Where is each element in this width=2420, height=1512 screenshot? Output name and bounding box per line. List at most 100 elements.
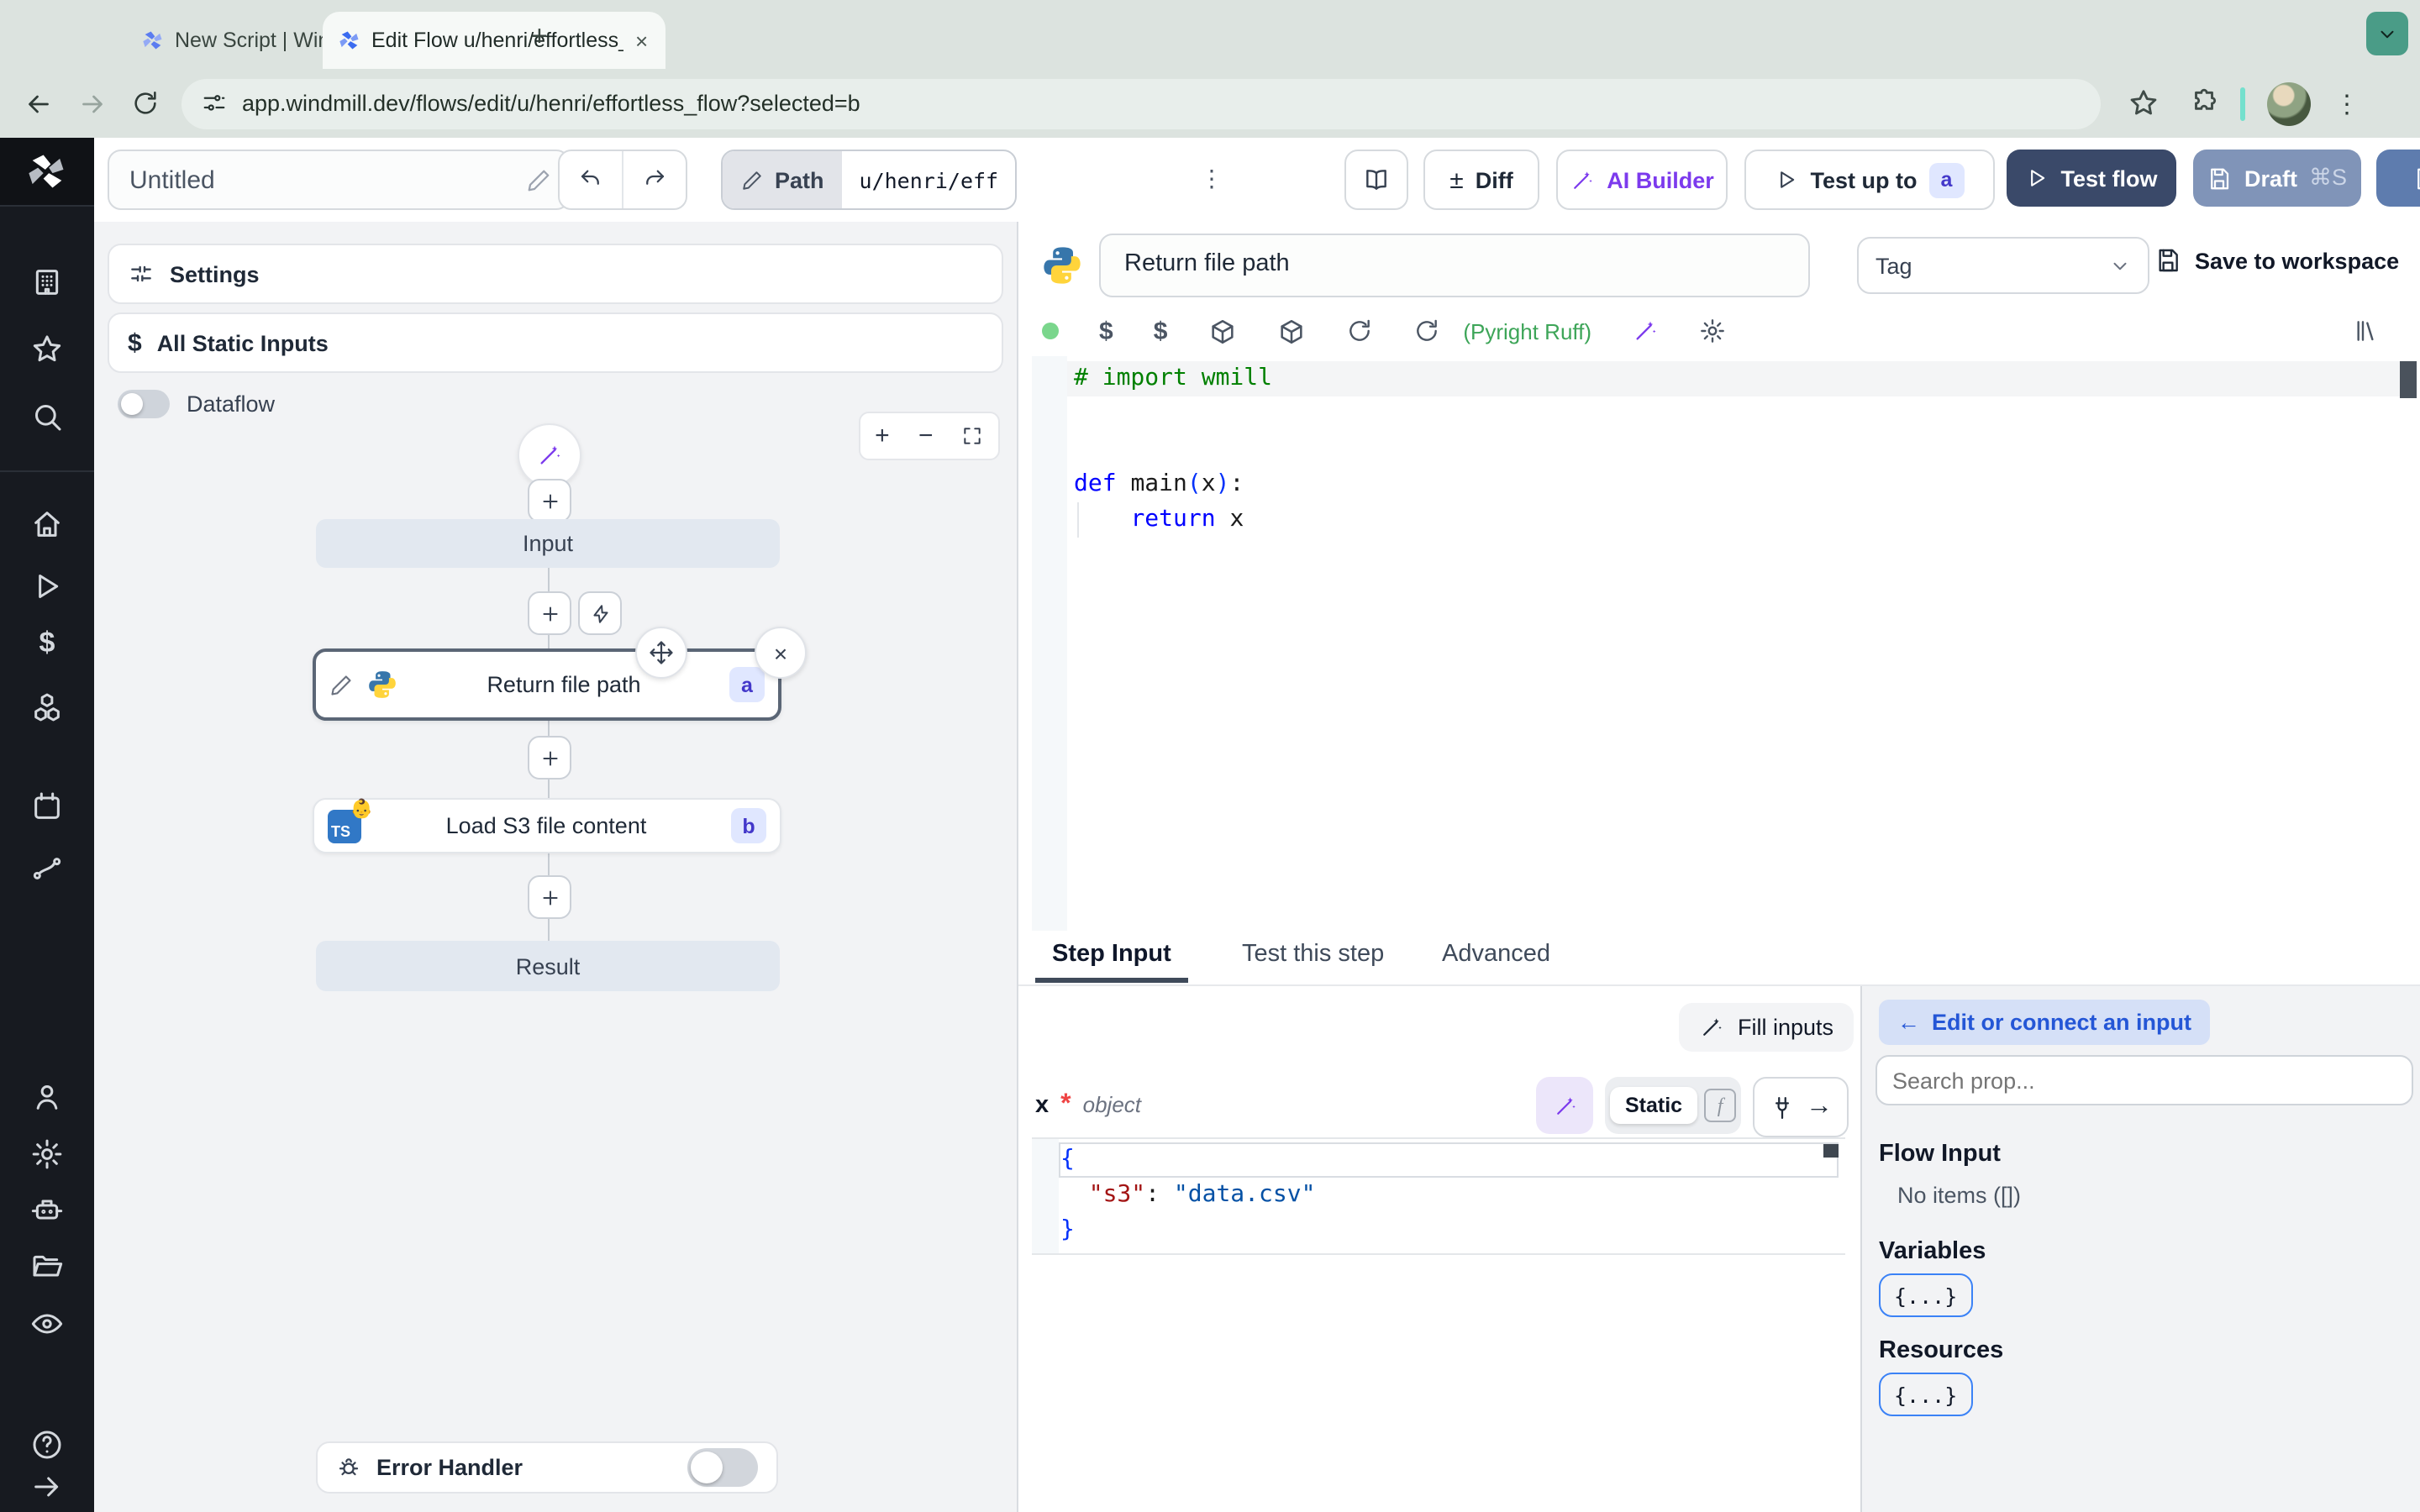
scrollbar-thumb[interactable]: [2400, 361, 2417, 398]
browser-avatar[interactable]: [2267, 81, 2311, 125]
docs-button[interactable]: [1344, 150, 1408, 210]
sidebar-item-audit[interactable]: [30, 1307, 64, 1341]
json-scrollbar-thumb[interactable]: [1823, 1144, 1839, 1158]
sidebar-item-resources[interactable]: [30, 690, 64, 724]
deploy-button[interactable]: Deploy: [2376, 150, 2420, 207]
zoom-in-button[interactable]: +: [875, 422, 890, 450]
reload-icon[interactable]: [1345, 318, 1372, 344]
tab-step-input[interactable]: Step Input: [1035, 941, 1188, 983]
sidebar-item-runs[interactable]: [30, 570, 64, 603]
save-icon: [2212, 167, 2230, 189]
step-node-a[interactable]: Return file path a: [313, 648, 781, 721]
package-icon[interactable]: [1207, 317, 1236, 345]
browser-menu-icon[interactable]: ⋮: [2334, 88, 2360, 118]
draft-button[interactable]: Draft ⌘S: [2193, 150, 2361, 207]
package-lock-icon[interactable]: [1276, 317, 1305, 345]
forward-icon[interactable]: [77, 88, 108, 118]
draft-shortcut: ⌘S: [2309, 165, 2348, 190]
sidebar-item-account[interactable]: [30, 1080, 64, 1114]
dataflow-toggle[interactable]: [118, 390, 170, 418]
redo-button[interactable]: [623, 151, 686, 208]
all-static-inputs-card[interactable]: $ All Static Inputs: [108, 312, 1003, 373]
javascript-expr-button[interactable]: f: [1704, 1089, 1736, 1122]
ai-fill-button[interactable]: [1536, 1077, 1593, 1134]
step-title-input[interactable]: [1121, 249, 1766, 279]
editor-settings-gear-icon[interactable]: [1699, 318, 1726, 344]
path-value[interactable]: u/henri/eff: [843, 151, 1016, 208]
test-flow-button[interactable]: Test flow: [2007, 150, 2176, 207]
connect-input-button[interactable]: →: [1753, 1077, 1849, 1137]
site-settings-icon[interactable]: [202, 91, 227, 116]
add-step-button[interactable]: [528, 591, 571, 635]
sidebar-collapse-button[interactable]: [30, 1470, 64, 1504]
reset-icon[interactable]: [1413, 318, 1439, 344]
step-label: Load S3 file content: [445, 813, 647, 838]
flow-name-input[interactable]: [126, 164, 469, 196]
edit-or-connect-button[interactable]: ← Edit or connect an input: [1879, 1000, 2210, 1045]
resources-braces-button[interactable]: {...}: [1879, 1373, 1973, 1416]
error-handler-toggle[interactable]: [687, 1448, 758, 1487]
variables-braces-button[interactable]: {...}: [1879, 1273, 1973, 1317]
ai-builder-button[interactable]: AI Builder: [1556, 150, 1728, 210]
input-node[interactable]: Input: [316, 519, 780, 568]
result-node[interactable]: Result: [316, 941, 780, 991]
tab-test-this-step[interactable]: Test this step: [1242, 941, 1384, 968]
back-icon[interactable]: [24, 88, 54, 118]
sidebar-item-help[interactable]: [30, 1428, 64, 1462]
edit-step-name-icon[interactable]: [329, 673, 353, 696]
sidebar-item-folders[interactable]: [30, 1250, 64, 1284]
sidebar-item-workers[interactable]: [30, 1193, 64, 1226]
ai-flow-wand-button[interactable]: [518, 423, 581, 487]
sidebar-item-search[interactable]: [30, 400, 64, 433]
delete-step-button[interactable]: ×: [755, 627, 807, 679]
settings-card[interactable]: Settings: [108, 244, 1003, 304]
sidebar-item-favorites[interactable]: [30, 333, 64, 366]
undo-button[interactable]: [560, 151, 623, 208]
sidebar-item-flows[interactable]: [30, 852, 64, 885]
resources-dollar-icon[interactable]: $: [1154, 317, 1168, 345]
error-handler-card[interactable]: Error Handler: [316, 1441, 778, 1494]
sidebar-item-schedules[interactable]: [30, 790, 64, 823]
path-control[interactable]: Path u/henri/eff: [721, 150, 1018, 210]
tab-advanced[interactable]: Advanced: [1442, 941, 1550, 968]
sidebar-item-workspace[interactable]: [30, 265, 64, 299]
code-editor[interactable]: # import wmill def main(x): return x: [1018, 356, 2420, 931]
reload-icon[interactable]: [131, 89, 160, 118]
flow-name-field[interactable]: [108, 150, 570, 210]
add-step-button[interactable]: [528, 479, 571, 522]
json-value-editor[interactable]: { "s3": "data.csv" }: [1032, 1137, 1845, 1255]
sidebar-item-home[interactable]: [30, 507, 64, 541]
save-to-workspace-button[interactable]: Save to workspace: [2154, 247, 2399, 274]
close-icon[interactable]: ×: [634, 28, 650, 53]
search-prop-input[interactable]: [1876, 1055, 2413, 1105]
url-bar[interactable]: app.windmill.dev/flows/edit/u/henri/effo…: [182, 78, 2101, 129]
step-node-b[interactable]: TS 👶 Load S3 file content b: [313, 798, 781, 853]
add-step-button[interactable]: [528, 736, 571, 780]
add-trigger-button[interactable]: [578, 591, 622, 635]
bookmark-star-icon[interactable]: [2128, 87, 2160, 119]
sidebar-item-settings[interactable]: [30, 1137, 64, 1171]
tag-select[interactable]: Tag: [1857, 237, 2149, 294]
tab-search-button[interactable]: [2366, 12, 2408, 55]
windmill-logo[interactable]: [0, 138, 94, 207]
test-up-to-button[interactable]: Test up to a: [1744, 150, 1995, 210]
browser-tab-active[interactable]: Edit Flow u/henri/effortless_fl ×: [323, 12, 666, 69]
new-tab-button[interactable]: +: [531, 20, 548, 54]
bug-icon: [339, 1458, 359, 1476]
variables-icon[interactable]: $: [1099, 317, 1113, 345]
fit-view-icon[interactable]: [962, 425, 984, 447]
wand-icon: [1556, 1096, 1575, 1114]
add-step-button[interactable]: [528, 875, 571, 919]
fill-inputs-button[interactable]: Fill inputs: [1679, 1003, 1854, 1052]
move-step-button[interactable]: [635, 627, 687, 679]
static-mode-button[interactable]: Static: [1610, 1087, 1698, 1124]
diff-button[interactable]: ± Diff: [1423, 150, 1539, 210]
library-icon[interactable]: [2353, 318, 2380, 344]
extensions-puzzle-icon[interactable]: [2188, 87, 2220, 119]
dataflow-toggle-row: Dataflow: [118, 390, 275, 418]
zoom-out-button[interactable]: −: [918, 422, 934, 450]
step-title-field[interactable]: [1099, 234, 1810, 297]
ai-wand-icon[interactable]: [1632, 318, 1659, 344]
more-options-icon[interactable]: ⋮: [1200, 165, 1223, 193]
sidebar-item-variables[interactable]: $: [39, 627, 55, 660]
